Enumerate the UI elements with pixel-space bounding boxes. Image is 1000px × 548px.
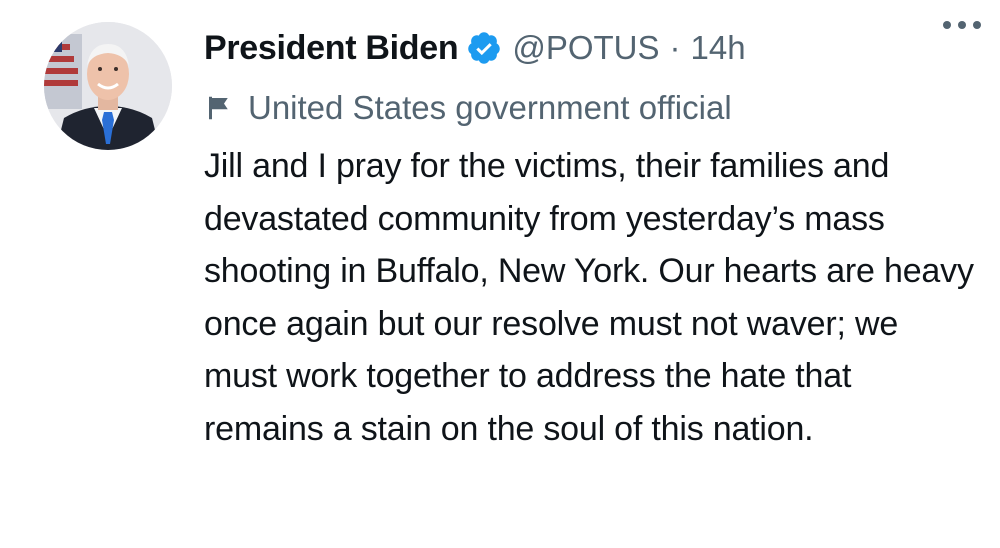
account-label[interactable]: United States government official — [204, 88, 974, 128]
separator-dot: · — [669, 29, 681, 66]
handle[interactable]: @POTUS — [512, 29, 659, 67]
tweet-content: President Biden @POTUS · 14h United Stat… — [204, 24, 974, 455]
tweet-text: Jill and I pray for the victims, their f… — [204, 147, 974, 448]
more-options-icon[interactable] — [940, 18, 984, 32]
avatar[interactable] — [44, 22, 172, 150]
flag-icon — [204, 93, 234, 123]
profile-photo — [44, 22, 172, 150]
timestamp[interactable]: 14h — [691, 29, 746, 67]
account-label-text: United States government official — [248, 89, 732, 126]
display-name[interactable]: President Biden — [204, 29, 459, 68]
verified-badge-icon — [466, 30, 502, 66]
tweet[interactable]: President Biden @POTUS · 14h United Stat… — [0, 0, 1000, 548]
tweet-header: President Biden @POTUS · 14h — [204, 24, 974, 72]
